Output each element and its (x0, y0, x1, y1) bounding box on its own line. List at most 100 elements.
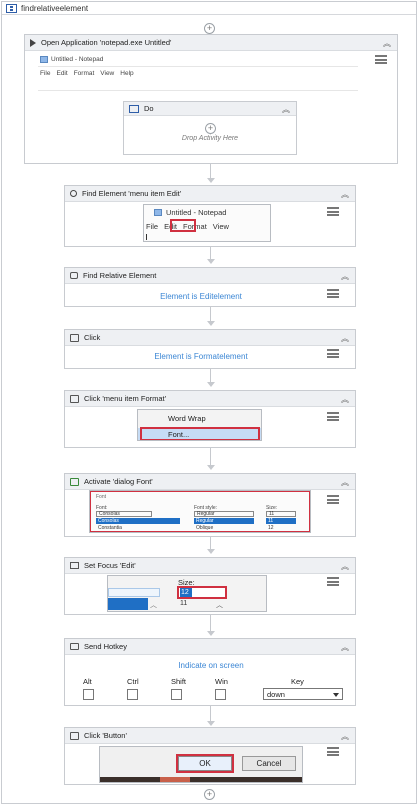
open-application-activity[interactable]: Open Application 'notepad.exe Untitled' … (24, 34, 398, 164)
options-menu-icon[interactable] (375, 55, 387, 64)
menu-help: Help (120, 70, 134, 77)
arrow-icon (207, 631, 215, 636)
collapse-icon[interactable]: ︽ (341, 731, 349, 742)
click-icon (70, 333, 79, 342)
size-field-screenshot: ︿ Size: 12 11 ︿ (107, 575, 267, 612)
collapse-icon[interactable]: ︽ (341, 561, 349, 572)
activity-title: Find Element 'menu item Edit' (82, 189, 182, 198)
indicate-on-screen-link[interactable]: Indicate on screen (65, 661, 357, 670)
target-link[interactable]: Element is Editelement (65, 292, 337, 301)
dropdown-arrow-icon (333, 693, 339, 697)
options-menu-icon[interactable] (327, 577, 339, 586)
menu-view: View (100, 70, 115, 77)
arrow-icon (207, 321, 215, 326)
options-menu-icon[interactable] (327, 747, 339, 756)
alt-checkbox[interactable] (83, 689, 94, 700)
arrow-icon (207, 259, 215, 264)
arrow-icon (207, 382, 215, 387)
do-title: Do (144, 104, 154, 113)
sequence-icon (129, 104, 139, 113)
options-menu-icon[interactable] (327, 412, 339, 421)
collapse-icon[interactable]: ︽ (341, 189, 349, 200)
key-dropdown[interactable]: down (263, 688, 343, 700)
collapse-icon[interactable]: ︽ (341, 642, 349, 653)
click-button-activity[interactable]: Click 'Button' ︽ OK Cancel (64, 727, 356, 785)
workflow-designer: findrelativeelement + Open Application '… (1, 1, 417, 804)
cancel-button: Cancel (242, 756, 296, 771)
click-icon (70, 731, 79, 740)
connector (210, 615, 211, 631)
play-icon (30, 38, 36, 47)
send-hotkey-activity[interactable]: Send Hotkey ︽ Indicate on screen Alt Ctr… (64, 638, 356, 706)
sequence-title: findrelativeelement (21, 3, 89, 13)
menu-view: View (212, 222, 229, 231)
arrow-icon (207, 721, 215, 726)
add-activity-icon[interactable]: + (204, 789, 215, 800)
collapse-icon[interactable]: ︽ (282, 104, 290, 115)
ctrl-checkbox[interactable] (127, 689, 138, 700)
notepad-icon (154, 208, 162, 216)
size-input: 11 (266, 511, 296, 517)
window-icon (70, 477, 79, 486)
ctrl-label: Ctrl (127, 677, 139, 686)
click-format-activity[interactable]: Click 'menu item Format' ︽ Word Wrap Fon… (64, 390, 356, 448)
collapse-icon[interactable]: ︽ (383, 38, 391, 49)
window-title: Untitled - Notepad (51, 56, 104, 63)
activate-font-activity[interactable]: Activate 'dialog Font' ︽ Font Font: Font… (64, 473, 356, 537)
set-focus-activity[interactable]: Set Focus 'Edit' ︽ ︿ Size: 12 11 ︿ (64, 557, 356, 615)
activity-title: Set Focus 'Edit' (84, 561, 136, 570)
arrow-icon (207, 178, 215, 183)
shift-checkbox[interactable] (171, 689, 182, 700)
collapse-icon[interactable]: ︽ (341, 271, 349, 282)
monitor-icon (70, 562, 79, 569)
connector (210, 247, 211, 259)
target-link[interactable]: Element is Formatelement (65, 352, 337, 361)
dialog-title: Font (96, 494, 107, 500)
menu-file: File (146, 222, 159, 231)
find-relative-element-activity[interactable]: Find Relative Element ︽ Element is Edite… (64, 267, 356, 307)
connector (210, 537, 211, 549)
options-menu-icon[interactable] (327, 289, 339, 298)
key-label: Key (291, 677, 304, 686)
size-item: 12 (268, 525, 274, 531)
menu-format: Format (73, 70, 95, 77)
shift-label: Shift (171, 677, 187, 686)
activity-title: Send Hotkey (84, 642, 127, 651)
style-item: Oblique (196, 525, 214, 531)
collapse-icon[interactable]: ︽ (341, 394, 349, 405)
collapse-icon[interactable]: ︽ (341, 477, 349, 488)
font-item: Constantia (98, 525, 122, 531)
add-activity-icon[interactable]: + (204, 23, 215, 34)
sequence-header[interactable]: findrelativeelement (2, 2, 416, 15)
window-title: Untitled - Notepad (166, 207, 227, 217)
style-selected: Regular (194, 518, 254, 524)
find-element-activity[interactable]: Find Element 'menu item Edit' ︽ Untitled… (64, 185, 356, 247)
search-icon (70, 190, 77, 197)
options-menu-icon[interactable] (327, 495, 339, 504)
win-label: Win (215, 677, 228, 686)
arrow-icon (207, 549, 215, 554)
drop-hint: Drop Activity Here (181, 135, 239, 142)
click-activity[interactable]: Click ︽ Element is Formatelement (64, 329, 356, 369)
sequence-icon (6, 3, 17, 13)
target-highlight (140, 427, 260, 440)
do-container[interactable]: Do ︽ + Drop Activity Here (123, 101, 297, 155)
collapse-icon[interactable]: ︽ (341, 333, 349, 344)
win-checkbox[interactable] (215, 689, 226, 700)
options-menu-icon[interactable] (327, 349, 339, 358)
menu-item-word-wrap: Word Wrap (168, 414, 206, 423)
style-input: Regular (194, 511, 254, 517)
target-highlight (170, 219, 196, 232)
menu-screenshot: Word Wrap Font... (137, 409, 262, 441)
arrow-icon (207, 465, 215, 470)
add-activity-icon[interactable]: + (205, 123, 216, 134)
options-menu-icon[interactable] (327, 207, 339, 216)
connector (210, 164, 211, 178)
click-icon (70, 394, 79, 403)
menu-edit: Edit (56, 70, 68, 77)
alt-label: Alt (83, 677, 92, 686)
connector (210, 369, 211, 382)
font-input: Consolas (96, 511, 152, 517)
font-selected: Consolas (96, 518, 180, 524)
element-screenshot: Untitled - Notepad File Edit Format View (143, 204, 271, 242)
